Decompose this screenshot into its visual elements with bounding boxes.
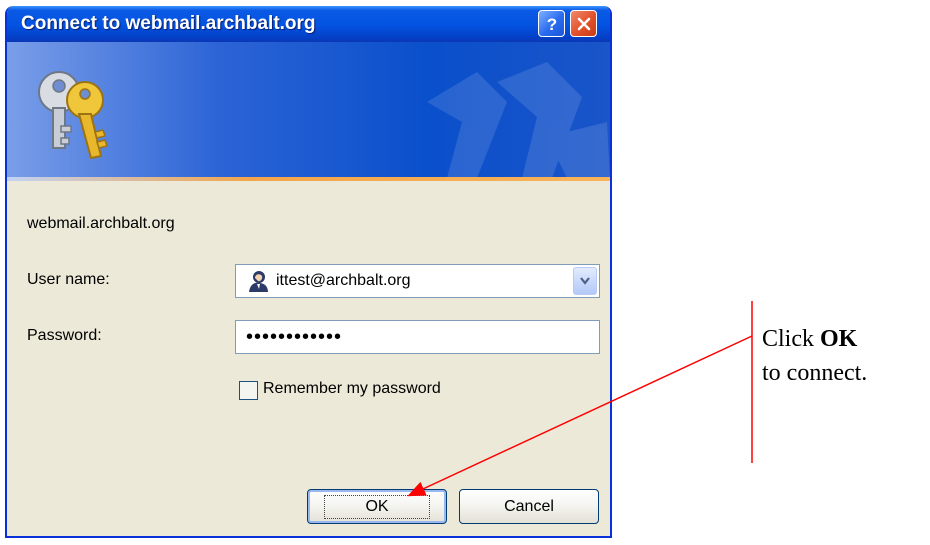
callout-line-1: Click OK [762, 326, 858, 352]
callout-line-2: to connect. [762, 360, 868, 386]
callout-text: Click OK to connect. [762, 322, 867, 390]
callout-arrow [407, 335, 753, 497]
callout-bold-ok: OK [820, 326, 858, 352]
annotation-overlay [407, 301, 753, 497]
